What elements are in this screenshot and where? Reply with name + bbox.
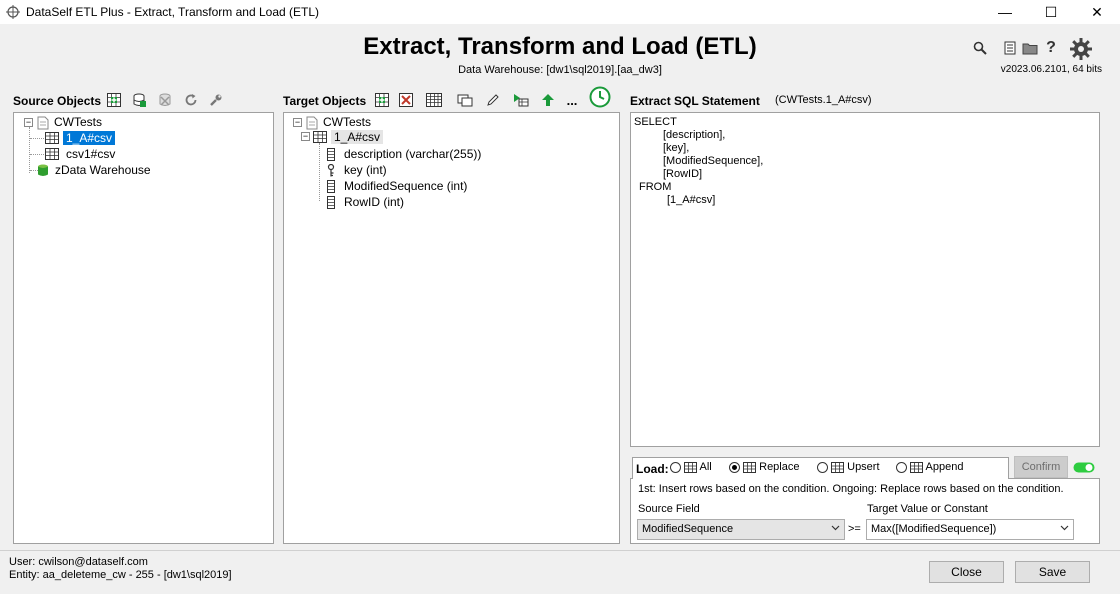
gear-icon[interactable] (1068, 36, 1094, 62)
database-icon (37, 164, 49, 180)
sql-statement-label: Extract SQL Statement (630, 94, 760, 108)
load-option-append[interactable]: Append (896, 461, 963, 473)
toggle-switch[interactable] (1073, 462, 1095, 476)
load-option-label: Append (925, 461, 964, 473)
pencil-icon[interactable] (484, 91, 502, 109)
table-icon (45, 132, 59, 147)
title-bar: DataSelf ETL Plus - Extract, Transform a… (0, 0, 1120, 24)
chevron-down-icon (831, 523, 840, 535)
chevron-down-icon (1060, 523, 1069, 535)
collapse-toggle-icon[interactable]: − (293, 118, 302, 127)
target-objects-label: Target Objects (283, 94, 367, 108)
tree-node-source-table-selected[interactable]: 1_A#csv (63, 131, 116, 145)
add-target-icon[interactable] (373, 91, 391, 109)
tree-node-source-table[interactable]: csv1#csv (66, 147, 115, 161)
maximize-button[interactable]: ☐ (1028, 0, 1074, 24)
sql-line: [description], (663, 129, 726, 141)
load-label: Load: (636, 462, 669, 476)
load-description: 1st: Insert rows based on the condition.… (638, 483, 1064, 495)
close-button[interactable]: Close (929, 561, 1004, 583)
help-icon[interactable]: ? (1041, 38, 1061, 58)
window-title: DataSelf ETL Plus - Extract, Transform a… (26, 5, 320, 19)
copy-icon[interactable] (456, 91, 474, 109)
radio-icon (896, 461, 907, 473)
upload-arrow-icon[interactable] (539, 91, 557, 109)
key-icon (327, 163, 335, 180)
source-objects-tree[interactable]: − CWTests 1_A#csv csv1#csv zData Warehou… (13, 112, 274, 544)
minimize-button[interactable]: — (982, 0, 1028, 24)
radio-selected-icon (729, 461, 740, 473)
sql-line: [key], (663, 142, 690, 154)
tree-node-target-table[interactable]: 1_A#csv (331, 130, 384, 144)
load-option-label: All (699, 461, 712, 473)
tree-node-column[interactable]: description (varchar(255)) (344, 147, 481, 161)
load-option-replace[interactable]: Replace (729, 461, 799, 473)
tree-node-cwtests[interactable]: CWTests (323, 115, 371, 129)
radio-icon (817, 461, 828, 473)
run-icon[interactable] (512, 91, 530, 109)
table-icon (45, 148, 59, 163)
search-icon[interactable] (970, 38, 990, 58)
text-file-icon (37, 116, 49, 133)
sql-line: [RowID] (663, 168, 703, 180)
sql-editor[interactable]: SELECT [description], [key], [ModifiedSe… (630, 112, 1100, 447)
load-option-label: Replace (759, 461, 800, 473)
folder-icon[interactable] (1020, 38, 1040, 58)
tree-node-cwtests[interactable]: CWTests (54, 115, 102, 129)
tree-node-column[interactable]: key (int) (344, 163, 387, 177)
clock-icon[interactable] (588, 85, 612, 109)
close-window-button[interactable]: ✕ (1074, 0, 1120, 24)
collapse-toggle-icon[interactable]: − (301, 132, 310, 141)
target-objects-tree[interactable]: − CWTests − 1_A#csv description (varchar… (283, 112, 620, 544)
target-value-text: Max([ModifiedSequence]) (871, 523, 997, 535)
tree-node-data-warehouse[interactable]: zData Warehouse (55, 163, 151, 177)
table-icon (313, 131, 327, 146)
load-option-all[interactable]: All (670, 461, 712, 473)
source-field-label: Source Field (638, 503, 700, 515)
column-icon (327, 196, 335, 212)
data-warehouse-subtitle: Data Warehouse: [dw1\sql2019].[aa_dw3] (458, 64, 662, 76)
sql-line: FROM (639, 181, 672, 193)
column-icon (327, 180, 335, 196)
sql-object-label: (CWTests.1_A#csv) (775, 94, 872, 106)
sql-line: [1_A#csv] (667, 194, 716, 206)
grid-icon[interactable] (425, 91, 443, 109)
source-field-select[interactable]: ModifiedSequence (637, 519, 845, 540)
entity-label: Entity: aa_deleteme_cw - 255 - [dw1\sql2… (9, 569, 232, 581)
load-option-label: Upsert (847, 461, 880, 473)
app-icon (6, 5, 20, 19)
target-value-select[interactable]: Max([ModifiedSequence]) (866, 519, 1074, 540)
delete-target-icon[interactable] (397, 91, 415, 109)
user-label: User: cwilson@dataself.com (9, 556, 148, 568)
tree-node-column[interactable]: ModifiedSequence (int) (344, 179, 467, 193)
more-options-icon[interactable]: ... (563, 91, 581, 109)
column-icon (327, 148, 335, 164)
target-value-label: Target Value or Constant (867, 503, 988, 515)
radio-icon (670, 461, 681, 473)
source-objects-label: Source Objects (13, 94, 102, 108)
save-button[interactable]: Save (1015, 561, 1090, 583)
page-title: Extract, Transform and Load (ETL) (363, 33, 757, 60)
sql-line: [ModifiedSequence], (663, 155, 764, 167)
load-option-upsert[interactable]: Upsert (817, 461, 880, 473)
add-database-icon[interactable] (130, 91, 148, 109)
confirm-button[interactable]: Confirm (1014, 456, 1068, 478)
version-label: v2023.06.2101, 64 bits (1000, 64, 1102, 75)
wrench-icon[interactable] (207, 91, 225, 109)
collapse-toggle-icon[interactable]: − (24, 118, 33, 127)
document-icon[interactable] (1000, 38, 1020, 58)
source-field-value: ModifiedSequence (642, 523, 734, 535)
operator-label: >= (848, 523, 861, 535)
sql-line: SELECT (634, 116, 677, 128)
tree-node-column[interactable]: RowID (int) (344, 195, 404, 209)
add-source-icon[interactable] (105, 91, 123, 109)
refresh-icon[interactable] (182, 91, 200, 109)
delete-database-icon[interactable] (156, 91, 174, 109)
